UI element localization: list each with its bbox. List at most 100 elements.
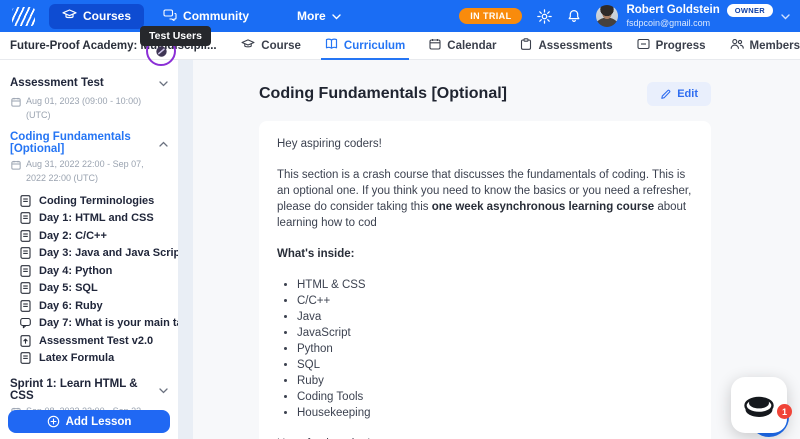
- topic-item: Java: [297, 309, 693, 325]
- tab-assessments-label: Assessments: [538, 39, 613, 52]
- nav-more[interactable]: More: [284, 4, 354, 28]
- chat-bubble-icon: [20, 318, 31, 329]
- user-menu[interactable]: Robert Goldstein OWNER fsdpcoin@gmail.co…: [596, 4, 790, 29]
- calendar-icon: [11, 97, 21, 107]
- lesson-label: Day 4: Python: [39, 264, 113, 277]
- nav-more-label: More: [297, 9, 326, 23]
- lesson-item[interactable]: Day 4: Python: [8, 262, 170, 280]
- chevron-down-icon: [332, 9, 341, 23]
- lesson-item[interactable]: Day 7: What is your main takeawa...: [8, 315, 178, 333]
- topic-item: Housekeeping: [297, 405, 693, 421]
- document-icon: [20, 212, 31, 225]
- tab-course[interactable]: Course: [241, 32, 301, 59]
- lesson-item[interactable]: Day 1: HTML and CSS: [8, 210, 170, 228]
- trial-badge: IN TRIAL: [459, 8, 523, 24]
- tab-progress[interactable]: Progress: [637, 32, 706, 59]
- section-coding-fundamentals[interactable]: Coding Fundamentals [Optional]: [8, 129, 170, 157]
- section-date-text: Aug 01, 2023 (09:00 - 10:00) (UTC): [26, 96, 142, 120]
- document-icon: [20, 352, 31, 365]
- lesson-item[interactable]: Day 6: Ruby: [8, 297, 170, 315]
- tab-course-label: Course: [261, 39, 301, 52]
- tab-calendar-label: Calendar: [447, 39, 497, 52]
- topic-item: Python: [297, 341, 693, 357]
- chevron-down-icon: [781, 7, 790, 25]
- pencil-icon: [661, 89, 671, 99]
- intro-text: This section is a crash course that disc…: [277, 169, 692, 229]
- lesson-label: Day 5: SQL: [39, 282, 98, 295]
- chat-unread-badge: 1: [777, 404, 792, 419]
- lesson-item[interactable]: Latex Formula: [8, 350, 170, 368]
- top-navigation-bar: Courses Community More IN TRIAL Robert G…: [0, 0, 800, 32]
- course-navigation-bar: Future-Proof Academy: Multidiscipli... C…: [0, 32, 800, 60]
- document-icon: [20, 194, 31, 207]
- tab-assessments[interactable]: Assessments: [520, 32, 613, 59]
- nav-courses[interactable]: Courses: [49, 3, 145, 29]
- section-sprint-1[interactable]: Sprint 1: Learn HTML & CSS: [8, 376, 170, 404]
- book-icon: [325, 38, 338, 53]
- lesson-item[interactable]: Day 2: C/C++: [8, 227, 170, 245]
- chat-widget: 1: [731, 377, 792, 437]
- topics-list: HTML & CSS C/C++ Java JavaScript Python …: [277, 277, 693, 421]
- graduation-cap-icon: [62, 8, 77, 24]
- section-title: Assessment Test: [10, 77, 104, 89]
- chevron-up-icon[interactable]: [159, 134, 168, 152]
- document-icon: [20, 247, 31, 260]
- lesson-content-panel: Coding Fundamentals [Optional] Edit Hey …: [193, 60, 800, 439]
- nav-community[interactable]: Community: [150, 4, 262, 29]
- page-title: Coding Fundamentals [Optional]: [259, 85, 507, 102]
- notifications-bell-icon[interactable]: [567, 9, 581, 24]
- lesson-label: Latex Formula: [39, 352, 115, 365]
- document-icon: [20, 299, 31, 312]
- edit-button[interactable]: Edit: [647, 82, 711, 106]
- whats-inside-heading: What's inside:: [277, 248, 355, 260]
- calendar-icon: [429, 38, 441, 53]
- section-assessment-test[interactable]: Assessment Test: [8, 72, 170, 94]
- edit-label: Edit: [677, 88, 698, 100]
- document-icon: [20, 264, 31, 277]
- graduation-cap-icon: [241, 38, 255, 53]
- tab-curriculum[interactable]: Curriculum: [320, 32, 410, 60]
- section-title: Coding Fundamentals [Optional]: [10, 131, 131, 155]
- add-lesson-button[interactable]: Add Lesson: [8, 410, 170, 433]
- curriculum-sidebar: Assessment Test Aug 01, 2023 (09:00 - 10…: [0, 60, 178, 439]
- section-date-text: Aug 31, 2022 22:00 - Sep 07, 2022 22:00 …: [26, 159, 144, 183]
- lesson-item[interactable]: Coding Terminologies: [8, 192, 170, 210]
- greeting-text: Hey aspiring coders!: [277, 138, 382, 150]
- chevron-down-icon[interactable]: [159, 381, 168, 399]
- app-logo-icon[interactable]: [12, 6, 35, 26]
- test-users-icon[interactable]: [155, 45, 168, 58]
- topic-item: Coding Tools: [297, 389, 693, 405]
- owner-role-badge: OWNER: [726, 4, 773, 18]
- user-name: Robert Goldstein: [626, 3, 720, 16]
- lesson-item[interactable]: Day 5: SQL: [8, 280, 170, 298]
- lesson-item[interactable]: Assessment Test v2.0: [8, 332, 170, 350]
- lesson-label: Day 3: Java and Java Script: [39, 247, 178, 260]
- tab-members[interactable]: Members: [730, 32, 800, 59]
- chat-launcher-logo-icon: [744, 396, 774, 417]
- section-date: Aug 01, 2023 (09:00 - 10:00) (UTC): [8, 94, 170, 129]
- lesson-label: Day 1: HTML and CSS: [39, 212, 154, 225]
- tab-calendar[interactable]: Calendar: [429, 32, 496, 59]
- sidebar-scroll-gutter[interactable]: [178, 60, 193, 439]
- document-upload-icon: [20, 334, 31, 347]
- chat-bubbles-icon: [163, 8, 177, 24]
- settings-gear-icon[interactable]: [537, 8, 553, 24]
- section-date: Aug 31, 2022 22:00 - Sep 07, 2022 22:00 …: [8, 157, 170, 192]
- lesson-item[interactable]: Day 3: Java and Java Script: [8, 245, 178, 263]
- user-email: fsdpcoin@gmail.com: [626, 17, 711, 28]
- document-icon: [20, 229, 31, 242]
- topic-item: SQL: [297, 357, 693, 373]
- document-icon: [20, 282, 31, 295]
- tab-curriculum-label: Curriculum: [343, 39, 406, 52]
- chevron-down-icon[interactable]: [159, 74, 168, 92]
- plus-circle-icon: [47, 415, 59, 428]
- nav-community-label: Community: [183, 9, 250, 23]
- calendar-icon: [11, 160, 21, 170]
- section-title: Sprint 1: Learn HTML & CSS: [10, 378, 138, 402]
- people-icon: [730, 38, 744, 53]
- lesson-label: Coding Terminologies: [39, 194, 155, 207]
- lesson-label: Day 2: C/C++: [39, 229, 107, 242]
- lesson-description-card: Hey aspiring coders! This section is a c…: [259, 121, 711, 439]
- tab-progress-label: Progress: [655, 39, 706, 52]
- test-users-tooltip: Test Users: [140, 26, 211, 46]
